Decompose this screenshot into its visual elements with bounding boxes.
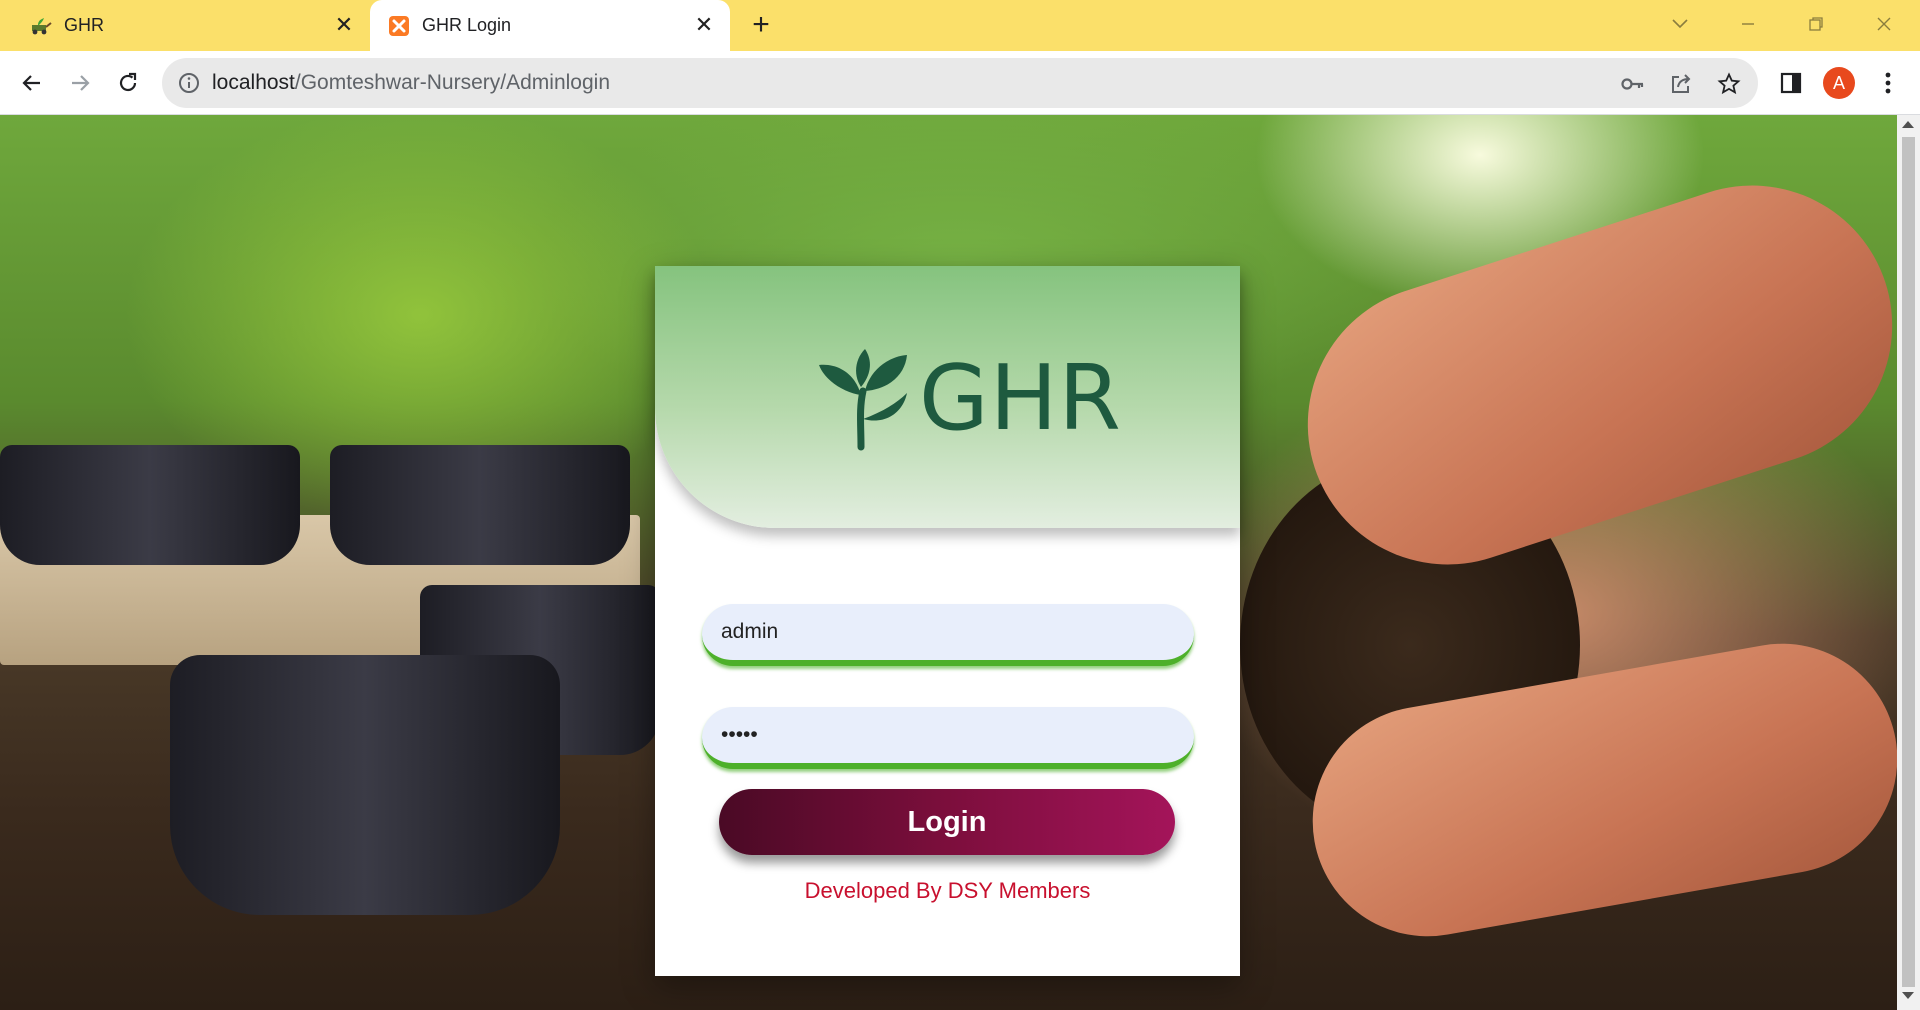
share-icon[interactable]: [1667, 70, 1695, 98]
login-card-header: GHR: [655, 266, 1240, 528]
username-field[interactable]: admin: [702, 604, 1194, 666]
minimize-icon[interactable]: [1730, 8, 1766, 40]
scroll-thumb[interactable]: [1902, 137, 1915, 987]
browser-toolbar: localhost/Gomteshwar-Nursery/Adminlogin …: [0, 51, 1920, 115]
tab-title: GHR: [64, 15, 104, 35]
menu-kebab-icon[interactable]: [1872, 67, 1904, 99]
password-value: •••••: [721, 723, 758, 746]
plant-pot: [330, 445, 630, 565]
side-panel-icon[interactable]: [1775, 67, 1807, 99]
new-tab-button[interactable]: +: [745, 10, 777, 42]
url-text: localhost/Gomteshwar-Nursery/Adminlogin: [212, 71, 610, 95]
plant-pot: [170, 655, 560, 915]
tab-title: GHR Login: [422, 15, 512, 35]
login-button[interactable]: Login: [719, 789, 1175, 855]
back-arrow-icon[interactable]: [14, 65, 50, 101]
url-host: localhost: [212, 71, 295, 94]
developer-credit: Developed By DSY Members: [804, 878, 1091, 903]
url-path: /Gomteshwar-Nursery/Adminlogin: [294, 71, 610, 94]
page-scrollbar[interactable]: [1897, 115, 1920, 1010]
username-value: admin: [721, 620, 779, 643]
login-card: GHR admin ••••• Login Developed By DSY M…: [655, 266, 1240, 976]
hand: [1271, 149, 1897, 601]
forward-arrow-icon[interactable]: [62, 65, 98, 101]
tab-search-icon[interactable]: [1662, 8, 1698, 40]
address-bar[interactable]: localhost/Gomteshwar-Nursery/Adminlogin: [162, 58, 1758, 108]
xampp-icon: [388, 15, 410, 37]
close-icon[interactable]: ✕: [692, 12, 716, 37]
tab-strip: GHR ✕ GHR Login ✕ +: [0, 0, 1920, 51]
ghr-logo: GHR: [815, 346, 1122, 451]
brand-name: GHR: [919, 346, 1122, 451]
profile-avatar[interactable]: A: [1823, 67, 1855, 99]
tab-ghr-login[interactable]: GHR Login ✕: [370, 0, 730, 51]
scroll-down-arrow-icon[interactable]: [1902, 992, 1914, 999]
key-icon[interactable]: [1619, 70, 1647, 98]
close-window-icon[interactable]: [1866, 8, 1902, 40]
info-icon[interactable]: [178, 72, 200, 94]
bookmark-star-icon[interactable]: [1715, 70, 1743, 98]
tab-ghr[interactable]: GHR ✕: [0, 0, 370, 51]
reload-icon[interactable]: [110, 65, 146, 101]
plant-cart-icon: [30, 15, 52, 37]
plant-pot: [0, 445, 300, 565]
scroll-up-arrow-icon[interactable]: [1902, 121, 1914, 128]
close-icon[interactable]: ✕: [332, 12, 356, 37]
restore-icon[interactable]: [1798, 8, 1834, 40]
leaf-sprout-icon: [819, 348, 907, 450]
password-field[interactable]: •••••: [702, 707, 1194, 769]
